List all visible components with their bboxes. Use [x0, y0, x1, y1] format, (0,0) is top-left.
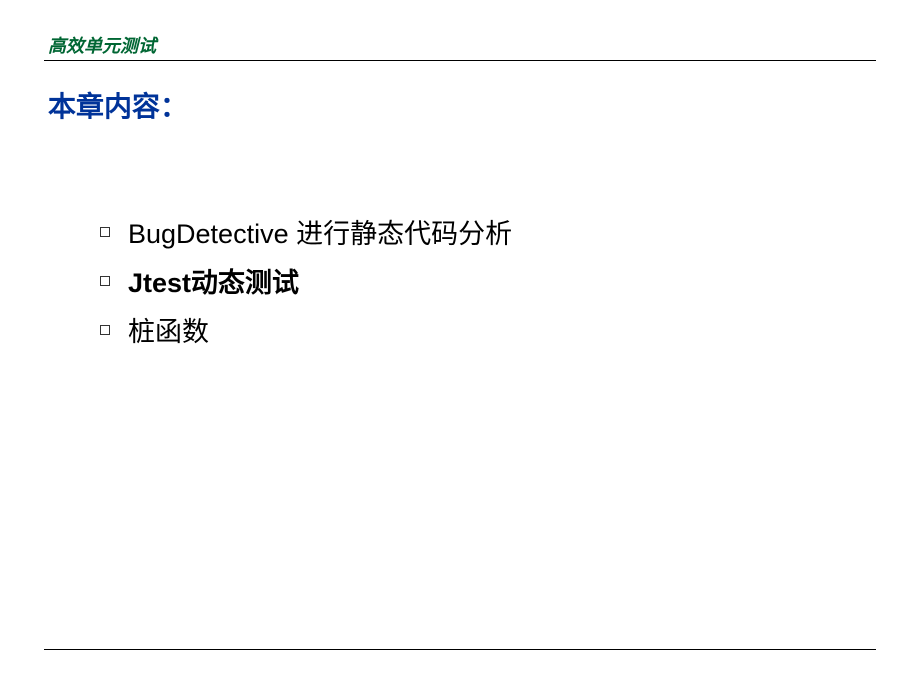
list-item-text: 桩函数 — [128, 310, 209, 349]
square-bullet-icon — [100, 276, 110, 286]
content-list: BugDetective 进行静态代码分析 Jtest动态测试 桩函数 — [100, 212, 512, 359]
list-item-text: BugDetective 进行静态代码分析 — [128, 212, 512, 251]
section-title: 本章内容： — [48, 85, 188, 125]
header-divider — [44, 60, 876, 61]
list-item: Jtest动态测试 — [100, 261, 512, 300]
square-bullet-icon — [100, 227, 110, 237]
footer-divider — [44, 649, 876, 650]
page-header-title: 高效单元测试 — [48, 32, 156, 58]
list-item-text: Jtest动态测试 — [128, 261, 299, 300]
square-bullet-icon — [100, 325, 110, 335]
list-item: 桩函数 — [100, 310, 512, 349]
list-item: BugDetective 进行静态代码分析 — [100, 212, 512, 251]
